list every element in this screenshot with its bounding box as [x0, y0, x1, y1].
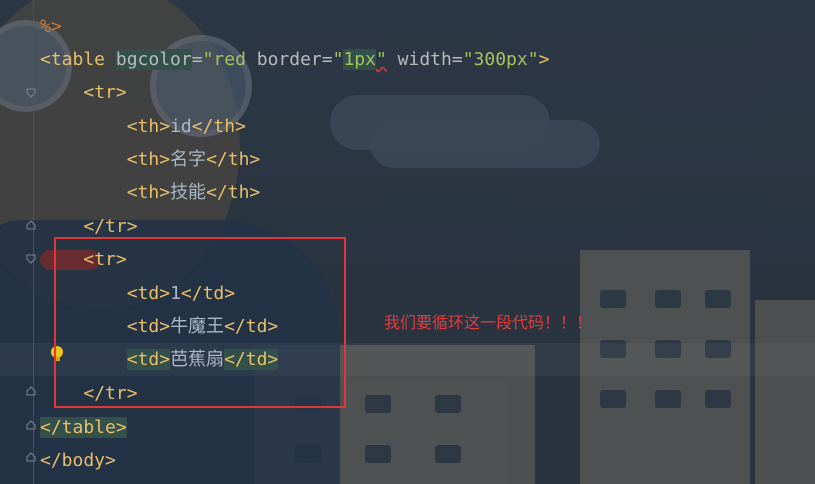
code-token: " [332, 49, 344, 70]
annotation-note: 我们要循环这一段代码！！！ [384, 313, 593, 332]
code-token: "red [202, 49, 257, 70]
code-token: width [386, 49, 452, 70]
code-line[interactable]: <th>名字</th> [0, 143, 815, 176]
code-token: border [256, 49, 322, 70]
code-token: </th> [206, 149, 261, 170]
code-token: 名字 [170, 149, 207, 170]
code-token: <th> [126, 149, 171, 170]
code-line[interactable]: %> [0, 10, 815, 43]
code-token: <th> [126, 182, 171, 203]
code-token: </th> [206, 182, 261, 203]
annotation-highlight-box [54, 237, 346, 408]
code-line[interactable]: <tr> [0, 76, 815, 109]
code-token: </body> [40, 450, 116, 471]
code-token: bgcolor [115, 49, 192, 70]
code-token: %> [40, 16, 62, 37]
code-token: > [538, 49, 550, 70]
code-token: </tr> [83, 216, 138, 237]
code-token: </th> [191, 116, 246, 137]
code-line[interactable]: <th>id</th> [0, 110, 815, 143]
code-token: 1px [343, 49, 376, 70]
code-token: <table [40, 49, 116, 70]
code-token: <tr> [83, 82, 127, 103]
code-token: 技能 [170, 182, 207, 203]
code-token: = [191, 49, 203, 70]
code-token: "300px" [462, 49, 539, 70]
code-token: </table> [40, 417, 127, 438]
code-token: id [170, 116, 192, 137]
code-line[interactable]: </body> [0, 444, 815, 477]
code-token: <th> [126, 116, 171, 137]
code-line[interactable]: <th>技能</th> [0, 176, 815, 209]
code-token: " [375, 49, 387, 70]
code-line[interactable]: <table bgcolor="red border="1px" width="… [0, 43, 815, 76]
code-token: = [321, 49, 333, 70]
code-line[interactable]: </table> [0, 411, 815, 444]
code-token: = [451, 49, 463, 70]
